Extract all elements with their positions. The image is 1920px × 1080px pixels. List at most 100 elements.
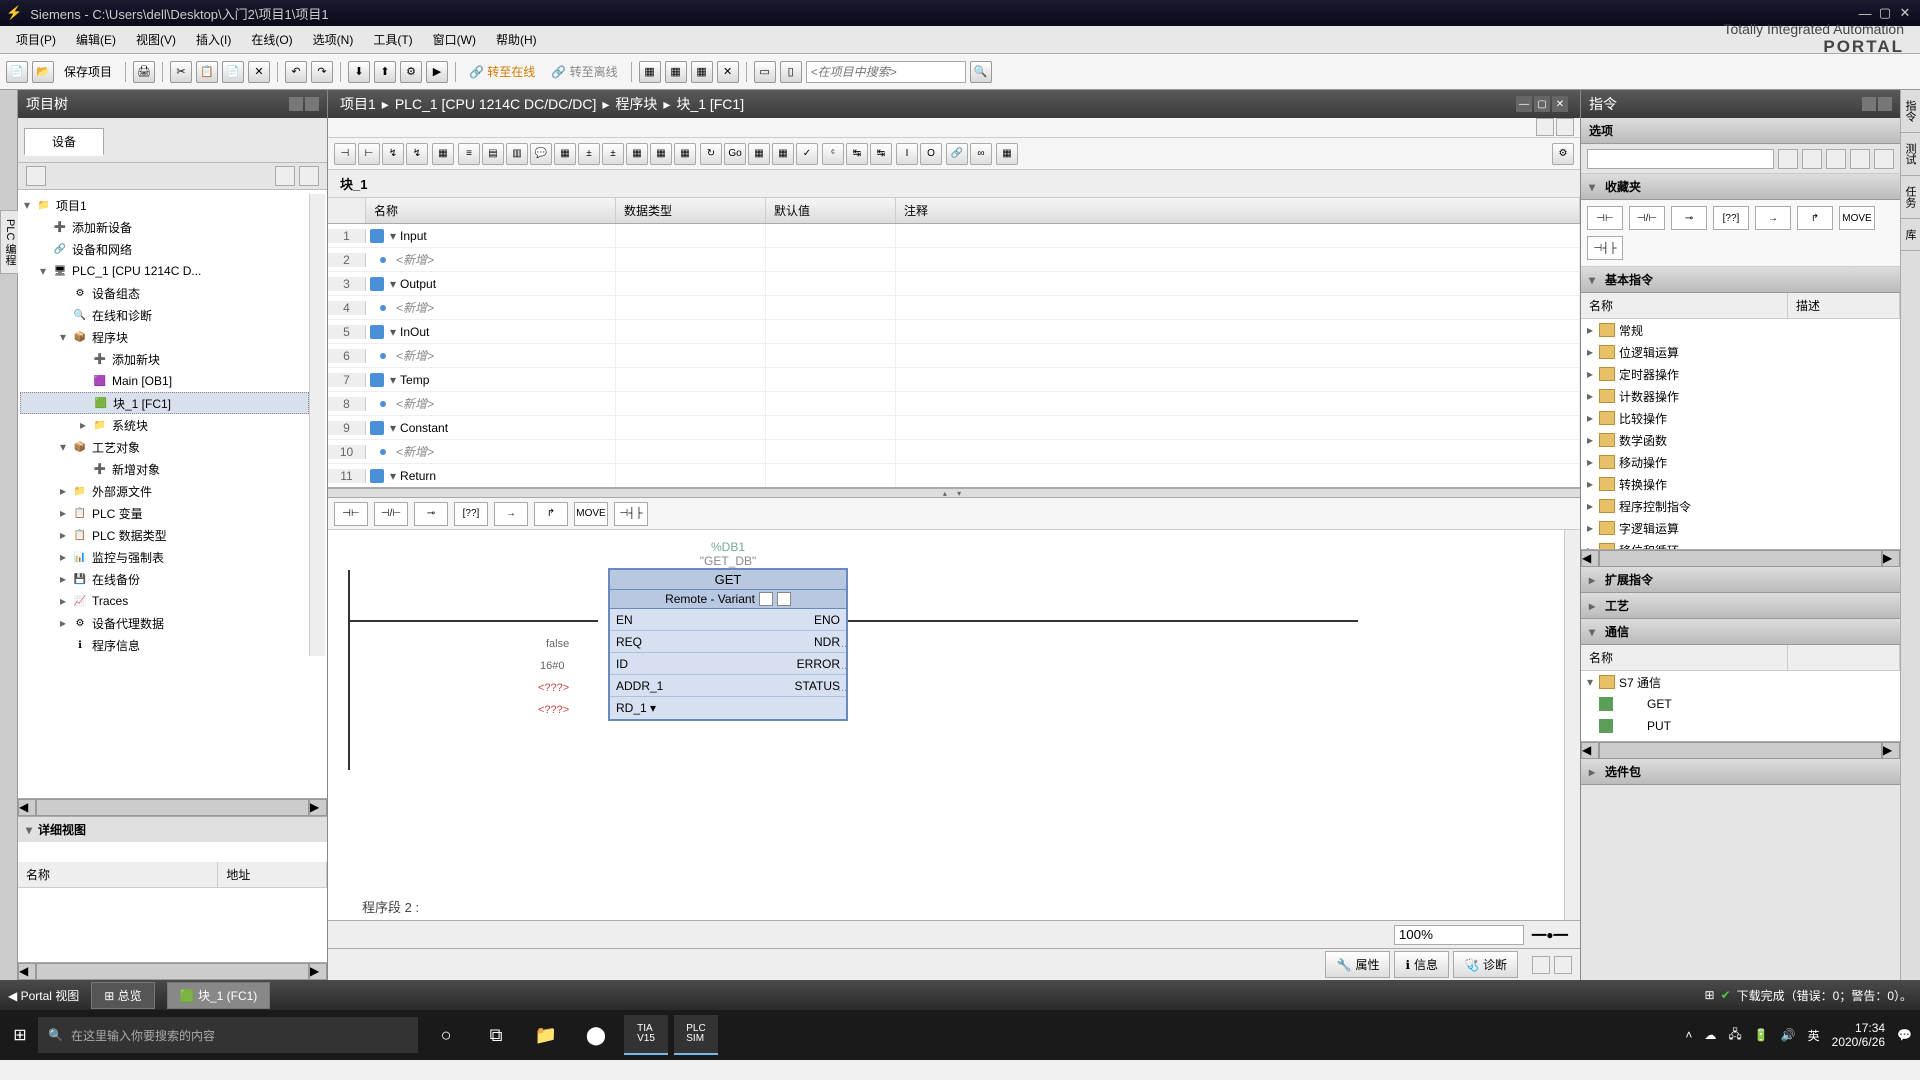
cases-header[interactable]: ▸选件包	[1581, 759, 1900, 785]
maximize-icon[interactable]: ▢	[1876, 4, 1894, 22]
instr-btn-5[interactable]	[1874, 149, 1894, 169]
interface-row[interactable]: 1 ▾Input	[328, 224, 1580, 248]
instr-folder-row[interactable]: ▸程序控制指令	[1581, 495, 1900, 517]
tree-hscroll[interactable]: ◀▶	[18, 798, 327, 816]
block-pin-row[interactable]: REQNDR	[610, 631, 846, 653]
comm-block-row[interactable]: PUT	[1581, 715, 1900, 737]
tree-tool-3-icon[interactable]	[299, 166, 319, 186]
split-v-icon[interactable]: ▯	[780, 61, 802, 83]
tb-icon-4[interactable]: ✕	[717, 61, 739, 83]
go-online-button[interactable]: 🔗 转至在线	[463, 63, 541, 80]
block-pin-row[interactable]: ENENO	[610, 609, 846, 631]
et-23[interactable]: ↹	[870, 143, 892, 165]
tia-icon[interactable]: TIAV15	[624, 1015, 668, 1055]
collapse-left-icon[interactable]	[289, 97, 303, 111]
start-button[interactable]: ⊞	[8, 1023, 32, 1047]
fav-nc-contact[interactable]: ⊣/⊢	[374, 502, 408, 526]
tree-row[interactable]: ➕新增对象	[20, 458, 309, 480]
et-18[interactable]: ▦	[748, 143, 770, 165]
tree-row[interactable]: ▸📊监控与强制表	[20, 546, 309, 568]
fav-box[interactable]: [??]	[454, 502, 488, 526]
menu-options[interactable]: 选项(N)	[303, 27, 364, 52]
menu-help[interactable]: 帮助(H)	[486, 27, 547, 52]
et-7[interactable]: ▤	[482, 143, 504, 165]
et-28[interactable]: ▦	[996, 143, 1018, 165]
sim-icon[interactable]: ▶	[426, 61, 448, 83]
tray-up-icon[interactable]: ˄	[1685, 1028, 1692, 1042]
favorites-header[interactable]: ▾收藏夹	[1581, 174, 1900, 200]
overview-tab[interactable]: ⊞ 总览	[91, 982, 154, 1009]
portal-view-button[interactable]: ◀ Portal 视图	[8, 987, 79, 1004]
bc-1[interactable]: PLC_1 [CPU 1214C DC/DC/DC]	[395, 96, 597, 112]
view-btn-1[interactable]	[1536, 118, 1554, 136]
interface-row[interactable]: 8 <新增>	[328, 392, 1580, 416]
tree-row[interactable]: ⚙设备组态	[20, 282, 309, 304]
instr-folder-row[interactable]: ▸常规	[1581, 319, 1900, 341]
comm-folder-row[interactable]: ▾S7 通信	[1581, 671, 1900, 693]
block-pin-row[interactable]: RD_1 ▾	[610, 697, 846, 719]
plcsim-icon[interactable]: PLCSIM	[674, 1015, 718, 1055]
fav-coil[interactable]: ⊸	[414, 502, 448, 526]
comm-block-row[interactable]: GET	[1581, 693, 1900, 715]
editor-tab-button[interactable]: 🟩 块_1 (FC1)	[167, 982, 271, 1009]
tab-diagnostics[interactable]: 🩺 诊断	[1453, 951, 1518, 978]
et-15[interactable]: ▦	[674, 143, 696, 165]
et-16[interactable]: ↻	[700, 143, 722, 165]
instr-btn-4[interactable]	[1850, 149, 1870, 169]
bc-2[interactable]: 程序块	[615, 94, 657, 114]
download-icon[interactable]: ⬇	[348, 61, 370, 83]
open-icon[interactable]: 📂	[32, 61, 54, 83]
tree-row[interactable]: ▸📁系统块	[20, 414, 309, 436]
taskbar-search[interactable]: 🔍 在这里输入你要搜索的内容	[38, 1017, 418, 1053]
pin-icon[interactable]	[305, 97, 319, 111]
tree-vscroll[interactable]	[309, 194, 325, 656]
rfav-7[interactable]: MOVE	[1839, 206, 1875, 230]
side-tab-tasks[interactable]: 任务	[1901, 176, 1920, 219]
et-10[interactable]: ▦	[554, 143, 576, 165]
tree-row[interactable]: ▸📋PLC 数据类型	[20, 524, 309, 546]
rfav-2[interactable]: ⊣/⊢	[1629, 206, 1665, 230]
et-12[interactable]: ±	[602, 143, 624, 165]
et-20[interactable]: ✓	[796, 143, 818, 165]
interface-row[interactable]: 5 ▾InOut	[328, 320, 1580, 344]
editor-min-icon[interactable]: —	[1516, 96, 1532, 112]
plc-program-tab[interactable]: PLC 编程	[0, 210, 20, 274]
et-22[interactable]: ↹	[846, 143, 868, 165]
et-4[interactable]: ↯	[406, 143, 428, 165]
et-1[interactable]: ⊣	[334, 143, 356, 165]
volume-icon[interactable]: 🔊	[1781, 1028, 1796, 1042]
et-config[interactable]: ⚙	[1552, 143, 1574, 165]
et-2[interactable]: ⊢	[358, 143, 380, 165]
editor-max-icon[interactable]: ▢	[1534, 96, 1550, 112]
block-help-icon[interactable]	[777, 592, 791, 606]
side-tab-instructions[interactable]: 指令	[1901, 90, 1920, 133]
save-button[interactable]: 保存项目	[58, 63, 118, 80]
menu-window[interactable]: 窗口(W)	[423, 27, 486, 52]
tree-row[interactable]: ▸📋PLC 变量	[20, 502, 309, 524]
instr-btn-2[interactable]	[1802, 149, 1822, 169]
tb-icon-2[interactable]: ▦	[665, 61, 687, 83]
redo-icon[interactable]: ↷	[311, 61, 333, 83]
zoom-select[interactable]	[1394, 925, 1524, 945]
menu-insert[interactable]: 插入(I)	[186, 27, 241, 52]
rfav-1[interactable]: ⊣⊢	[1587, 206, 1623, 230]
et-5[interactable]: ▦	[432, 143, 454, 165]
side-tab-lib[interactable]: 库	[1901, 219, 1920, 251]
project-tree[interactable]: ▾📁项目1➕添加新设备🔗设备和网络▾🖥PLC_1 [CPU 1214C D...…	[18, 190, 327, 798]
et-27[interactable]: ∞	[970, 143, 992, 165]
inspector-max-icon[interactable]	[1554, 956, 1572, 974]
interface-row[interactable]: 11 ▾Return	[328, 464, 1580, 488]
basic-instr-header[interactable]: ▾基本指令	[1581, 267, 1900, 293]
tree-row[interactable]: 🔗设备和网络	[20, 238, 309, 260]
rfav-5[interactable]: →	[1755, 206, 1791, 230]
new-project-icon[interactable]: 📄	[6, 61, 28, 83]
instr-folder-row[interactable]: ▸转换操作	[1581, 473, 1900, 495]
copy-icon[interactable]: 📋	[196, 61, 218, 83]
print-icon[interactable]: 🖨	[133, 61, 155, 83]
instr-folder-row[interactable]: ▸计数器操作	[1581, 385, 1900, 407]
et-9[interactable]: 💬	[530, 143, 552, 165]
tree-tool-1-icon[interactable]	[26, 166, 46, 186]
right-pin-icon[interactable]	[1878, 97, 1892, 111]
tree-tool-2-icon[interactable]	[275, 166, 295, 186]
tab-properties[interactable]: 🔧 属性	[1325, 951, 1390, 978]
